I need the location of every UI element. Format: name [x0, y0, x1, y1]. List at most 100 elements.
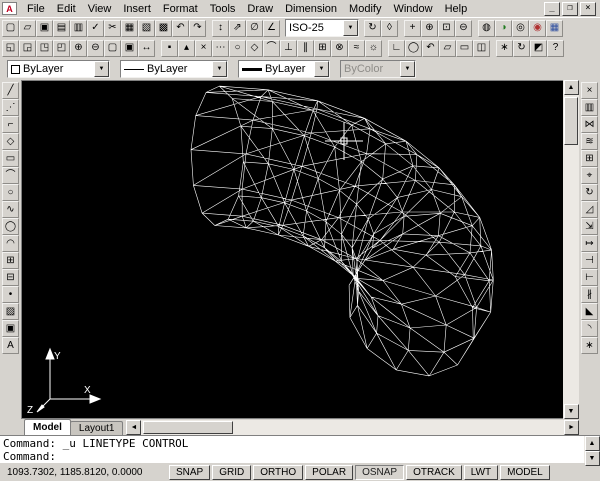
- chevron-down-icon[interactable]: ▼: [314, 61, 329, 77]
- offset-button[interactable]: ≋: [581, 133, 598, 150]
- scroll-down-icon[interactable]: ▼: [585, 451, 600, 466]
- horizontal-scroll-thumb[interactable]: [143, 421, 233, 434]
- copy-button[interactable]: ▦: [121, 20, 138, 37]
- open-button[interactable]: ▱: [19, 20, 36, 37]
- match-properties-button[interactable]: ▩: [155, 20, 172, 37]
- copy-object-button[interactable]: ▥: [581, 99, 598, 116]
- paste-button[interactable]: ▧: [138, 20, 155, 37]
- dim-style-combo[interactable]: ISO-25 ▼: [285, 19, 359, 37]
- circle-button[interactable]: ○: [2, 184, 19, 201]
- construction-line-button[interactable]: ⋰: [2, 99, 19, 116]
- vertical-scrollbar[interactable]: ▲ ▼: [563, 80, 579, 419]
- scroll-right-icon[interactable]: ►: [564, 420, 579, 435]
- radius-dimension-button[interactable]: ∅: [246, 20, 263, 37]
- break-button[interactable]: ∦: [581, 286, 598, 303]
- line-button[interactable]: ╱: [2, 82, 19, 99]
- linear-dimension-button[interactable]: ↕: [212, 20, 229, 37]
- stretch-button[interactable]: ⇲: [581, 218, 598, 235]
- array-button[interactable]: ⊞: [581, 150, 598, 167]
- hatch-button[interactable]: ▨: [2, 303, 19, 320]
- model-toggle[interactable]: MODEL: [500, 465, 550, 480]
- rectangle-button[interactable]: ▭: [2, 150, 19, 167]
- snap-midpoint-button[interactable]: ▴: [178, 40, 195, 57]
- snap-intersection-button[interactable]: ×: [195, 40, 212, 57]
- polygon-button[interactable]: ◇: [2, 133, 19, 150]
- print-preview-button[interactable]: ▥: [70, 20, 87, 37]
- zoom-dynamic-button[interactable]: ◲: [19, 40, 36, 57]
- osnap-settings-button[interactable]: ☼: [365, 40, 382, 57]
- dimension-style-button[interactable]: ◊: [381, 20, 398, 37]
- arc-button[interactable]: ⌒: [2, 167, 19, 184]
- color-combo[interactable]: ByLayer ▼: [7, 60, 110, 78]
- scroll-down-icon[interactable]: ▼: [564, 404, 579, 419]
- polar-toggle[interactable]: POLAR: [305, 465, 353, 480]
- multiline-text-button[interactable]: A: [2, 337, 19, 354]
- aerial-view-button[interactable]: ◩: [530, 40, 547, 57]
- snap-extension-button[interactable]: ⋯: [212, 40, 229, 57]
- osnap-toggle[interactable]: OSNAP: [355, 465, 404, 480]
- erase-button[interactable]: ×: [581, 82, 598, 99]
- zoom-center-button[interactable]: ◰: [53, 40, 70, 57]
- region-button[interactable]: ▣: [2, 320, 19, 337]
- redraw-button[interactable]: ∗: [496, 40, 513, 57]
- zoom-window-button[interactable]: ⊡: [438, 20, 455, 37]
- zoom-extents-button[interactable]: ▣: [121, 40, 138, 57]
- horizontal-scrollbar[interactable]: ◄ ►: [126, 420, 579, 435]
- zoom-scale-button[interactable]: ◳: [36, 40, 53, 57]
- menu-draw[interactable]: Draw: [241, 2, 279, 16]
- snap-node-button[interactable]: ⊗: [331, 40, 348, 57]
- pan-button[interactable]: ↔: [138, 40, 155, 57]
- ucs-button[interactable]: ∟: [388, 40, 405, 57]
- menu-edit[interactable]: Edit: [51, 2, 82, 16]
- extend-button[interactable]: ⊢: [581, 269, 598, 286]
- tab-model[interactable]: Model: [24, 419, 71, 435]
- vertical-scroll-thumb[interactable]: [564, 97, 578, 145]
- help-contents-button[interactable]: ?: [547, 40, 564, 57]
- rotate-button[interactable]: ↻: [581, 184, 598, 201]
- snap-toggle[interactable]: SNAP: [169, 465, 210, 480]
- named-views-button[interactable]: ▦: [546, 20, 563, 37]
- fillet-button[interactable]: ◝: [581, 320, 598, 337]
- command-text-area[interactable]: Command: _u LINETYPE CONTROL Command:: [0, 436, 584, 463]
- menu-window[interactable]: Window: [387, 2, 438, 16]
- render-button[interactable]: ◉: [529, 20, 546, 37]
- move-button[interactable]: ⌖: [581, 167, 598, 184]
- explode-button[interactable]: ∗: [581, 337, 598, 354]
- pan-realtime-button[interactable]: +: [404, 20, 421, 37]
- restore-button[interactable]: ❐: [562, 2, 578, 16]
- cut-button[interactable]: ✂: [104, 20, 121, 37]
- lengthen-button[interactable]: ↦: [581, 235, 598, 252]
- zoom-in-button[interactable]: ⊕: [70, 40, 87, 57]
- spelling-button[interactable]: ✓: [87, 20, 104, 37]
- polyline-button[interactable]: ⌐: [2, 116, 19, 133]
- trim-button[interactable]: ⊣: [581, 252, 598, 269]
- chevron-down-icon[interactable]: ▼: [212, 61, 227, 77]
- zoom-previous-button[interactable]: ⊖: [455, 20, 472, 37]
- snap-perpendicular-button[interactable]: ⊥: [280, 40, 297, 57]
- otrack-toggle[interactable]: OTRACK: [406, 465, 462, 480]
- snap-tangent-button[interactable]: ⌒: [263, 40, 280, 57]
- menu-dimension[interactable]: Dimension: [279, 2, 343, 16]
- ucs-view-button[interactable]: ◫: [473, 40, 490, 57]
- angular-dimension-button[interactable]: ∠: [263, 20, 280, 37]
- scale-button[interactable]: ◿: [581, 201, 598, 218]
- menu-help[interactable]: Help: [439, 2, 474, 16]
- minimize-button[interactable]: _: [544, 2, 560, 16]
- snap-endpoint-button[interactable]: ▪: [161, 40, 178, 57]
- aligned-dimension-button[interactable]: ⇗: [229, 20, 246, 37]
- snap-center-button[interactable]: ○: [229, 40, 246, 57]
- snap-insert-button[interactable]: ⊞: [314, 40, 331, 57]
- chevron-down-icon[interactable]: ▼: [343, 20, 358, 36]
- scroll-up-icon[interactable]: ▲: [564, 80, 579, 95]
- redo-button[interactable]: ↷: [189, 20, 206, 37]
- snap-parallel-button[interactable]: ∥: [297, 40, 314, 57]
- lineweight-combo[interactable]: ByLayer ▼: [238, 60, 330, 78]
- chevron-down-icon[interactable]: ▼: [94, 61, 109, 77]
- command-input-line[interactable]: Command:: [3, 450, 581, 463]
- menu-file[interactable]: File: [21, 2, 51, 16]
- chamfer-button[interactable]: ◣: [581, 303, 598, 320]
- ucs-previous-button[interactable]: ↶: [422, 40, 439, 57]
- spline-button[interactable]: ∿: [2, 201, 19, 218]
- linetype-combo[interactable]: ByLayer ▼: [120, 60, 228, 78]
- zoom-window-button[interactable]: ◱: [2, 40, 19, 57]
